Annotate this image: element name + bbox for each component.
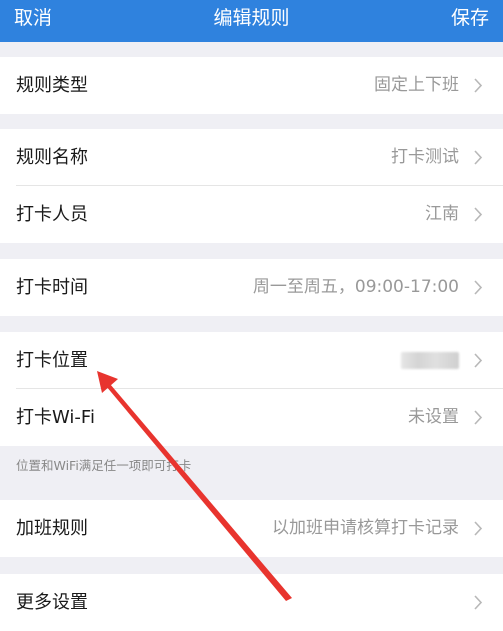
chevron-right-icon: [469, 259, 489, 316]
row-wifi[interactable]: 打卡Wi-Fi 未设置: [0, 389, 503, 446]
chevron-right-icon: [469, 57, 489, 114]
row-label: 加班规则: [16, 518, 88, 539]
page-title: 编辑规则: [213, 7, 290, 29]
save-button[interactable]: 保存: [451, 0, 489, 36]
row-value: 打卡测试: [391, 147, 459, 167]
row-label: 打卡位置: [16, 350, 88, 371]
chevron-right-icon: [469, 332, 489, 389]
chevron-right-icon: [469, 574, 489, 631]
cancel-button[interactable]: 取消: [14, 0, 52, 36]
row-label: 规则类型: [16, 75, 88, 96]
row-more-settings[interactable]: 更多设置: [0, 574, 503, 631]
row-value: 固定上下班: [374, 75, 459, 95]
row-label: 打卡人员: [16, 204, 88, 225]
row-value: 江南: [425, 204, 459, 224]
chevron-right-icon: [469, 129, 489, 186]
row-value: 周一至周五，09:00-17:00: [252, 277, 459, 297]
row-label: 打卡时间: [16, 277, 88, 298]
navbar: 取消 编辑规则 保存: [0, 0, 503, 42]
row-value: 未设置: [408, 407, 459, 427]
chevron-right-icon: [469, 389, 489, 446]
location-wifi-hint: 位置和WiFi满足任一项即可打卡: [16, 458, 192, 473]
row-rule-type[interactable]: 规则类型 固定上下班: [0, 57, 503, 114]
row-value: 以加班申请核算打卡记录: [272, 518, 459, 538]
row-label: 打卡Wi-Fi: [16, 407, 95, 428]
row-rule-name[interactable]: 规则名称 打卡测试: [0, 129, 503, 186]
row-label: 更多设置: [16, 592, 88, 613]
row-time[interactable]: 打卡时间 周一至周五，09:00-17:00: [0, 259, 503, 316]
blurred-location-value: [401, 352, 459, 369]
chevron-right-icon: [469, 186, 489, 243]
row-location[interactable]: 打卡位置: [0, 332, 503, 389]
chevron-right-icon: [469, 500, 489, 557]
row-members[interactable]: 打卡人员 江南: [0, 186, 503, 243]
row-overtime[interactable]: 加班规则 以加班申请核算打卡记录: [0, 500, 503, 557]
row-label: 规则名称: [16, 147, 88, 168]
